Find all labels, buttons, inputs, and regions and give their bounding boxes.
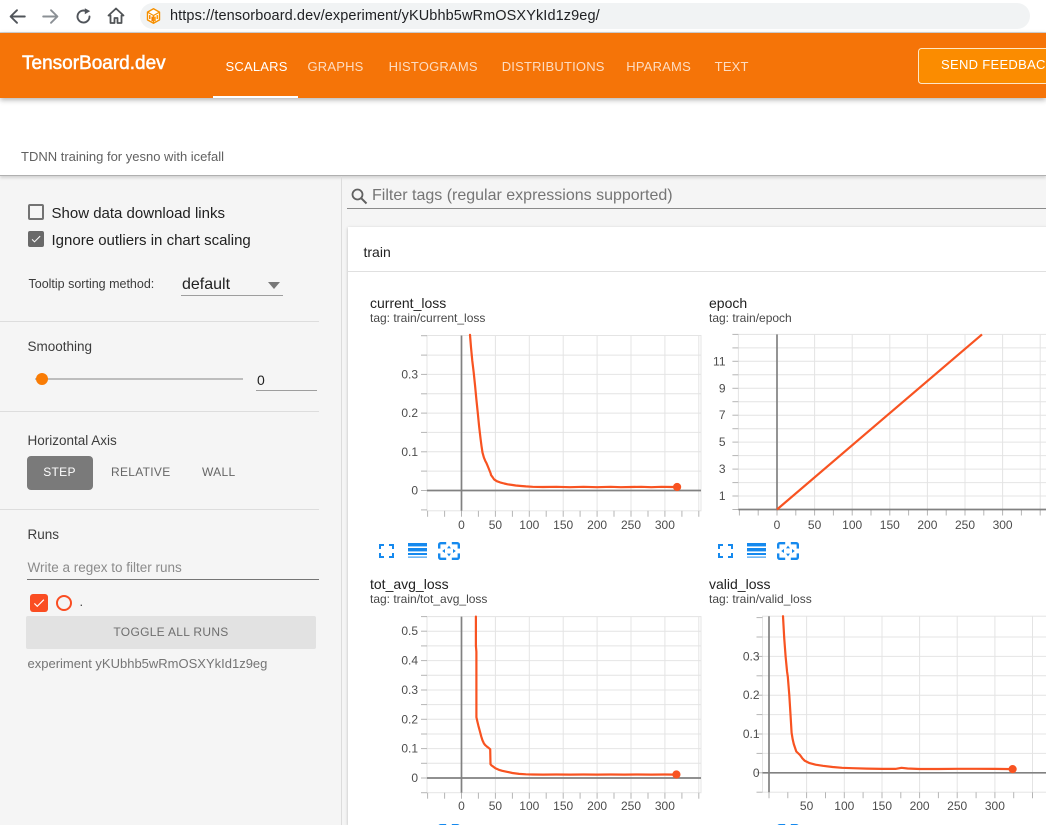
svg-text:5: 5 [719, 435, 726, 449]
svg-text:11: 11 [713, 354, 726, 368]
svg-text:100: 100 [834, 799, 854, 813]
svg-text:150: 150 [872, 799, 892, 813]
svg-text:200: 200 [910, 799, 930, 813]
svg-text:50: 50 [489, 518, 503, 532]
svg-text:0.3: 0.3 [401, 367, 418, 381]
svg-text:300: 300 [993, 518, 1013, 532]
svg-text:300: 300 [655, 799, 675, 813]
svg-text:0.2: 0.2 [743, 688, 760, 702]
svg-text:0: 0 [411, 771, 418, 785]
svg-text:200: 200 [587, 799, 607, 813]
svg-text:0: 0 [458, 799, 465, 813]
svg-text:0.2: 0.2 [401, 712, 418, 726]
svg-text:7: 7 [719, 408, 726, 422]
svg-text:50: 50 [489, 799, 503, 813]
svg-text:250: 250 [621, 799, 641, 813]
svg-text:0: 0 [411, 484, 418, 498]
svg-text:0.3: 0.3 [401, 683, 418, 697]
svg-text:100: 100 [519, 518, 539, 532]
svg-text:1: 1 [719, 489, 726, 503]
svg-text:250: 250 [621, 518, 641, 532]
svg-text:0.1: 0.1 [743, 727, 760, 741]
svg-text:0.4: 0.4 [401, 654, 418, 668]
svg-text:150: 150 [553, 799, 573, 813]
svg-text:200: 200 [917, 518, 937, 532]
svg-text:50: 50 [800, 799, 814, 813]
svg-text:300: 300 [985, 799, 1005, 813]
svg-text:150: 150 [553, 518, 573, 532]
svg-text:0: 0 [753, 766, 760, 780]
svg-text:50: 50 [808, 518, 822, 532]
svg-text:0: 0 [774, 518, 781, 532]
svg-text:0.2: 0.2 [401, 406, 418, 420]
svg-text:0: 0 [458, 518, 465, 532]
svg-text:0.5: 0.5 [401, 624, 418, 638]
svg-text:150: 150 [880, 518, 900, 532]
svg-text:9: 9 [719, 381, 726, 395]
svg-text:0.3: 0.3 [743, 649, 760, 663]
svg-text:100: 100 [842, 518, 862, 532]
svg-text:0.1: 0.1 [401, 445, 418, 459]
svg-text:0.1: 0.1 [401, 742, 418, 756]
svg-text:250: 250 [955, 518, 975, 532]
svg-text:200: 200 [587, 518, 607, 532]
svg-text:250: 250 [947, 799, 967, 813]
svg-text:3: 3 [719, 462, 726, 476]
svg-text:300: 300 [655, 518, 675, 532]
svg-text:100: 100 [519, 799, 539, 813]
